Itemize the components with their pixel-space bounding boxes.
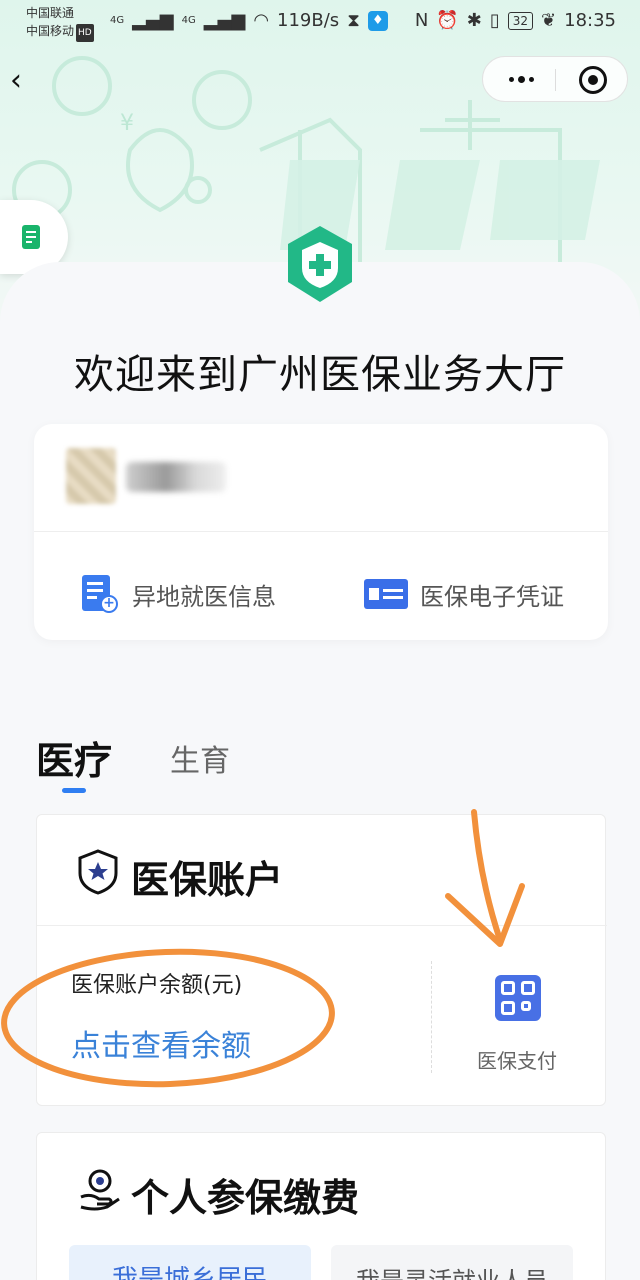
status-bar: 中国联通 中国移动 HD 4G ▂▄▆ 4G ▂▄▆ ◠ 119B/s ⧗ ♦ N… — [0, 0, 640, 44]
user-card-divider — [34, 531, 608, 532]
remote-medical-info-link[interactable]: + 异地就医信息 — [82, 574, 276, 614]
remote-medical-info-label: 异地就医信息 — [132, 582, 276, 611]
target-close-icon[interactable] — [579, 66, 607, 94]
avatar — [66, 448, 116, 504]
payment-card-title: 个人参保缴费 — [131, 1176, 360, 1220]
medical-shield-logo — [288, 226, 352, 302]
medical-e-voucher-link[interactable]: 医保电子凭证 — [364, 574, 564, 614]
signal-icon: ▂▄▆ — [203, 10, 246, 31]
bulb-icon: ♦ — [367, 10, 388, 31]
carrier-1: 中国联通 — [26, 6, 75, 20]
document-plus-icon: + — [82, 575, 118, 613]
mini-program-capsule — [482, 56, 628, 102]
medical-pay-label[interactable]: 医保支付 — [477, 1045, 557, 1074]
user-name — [126, 462, 226, 492]
clock: 18:35 — [564, 10, 616, 31]
capsule-divider — [555, 69, 556, 91]
shield-star-icon — [78, 849, 118, 895]
nfc-icon: N — [414, 10, 429, 31]
view-balance-link[interactable]: 点击查看余额 — [71, 1021, 251, 1065]
medical-account-card: 医保账户 医保账户余额(元) 点击查看余额 医保支付 — [36, 814, 607, 1106]
welcome-title: 欢迎来到广州医保业务大厅 — [74, 352, 566, 398]
hand-coin-icon — [80, 1169, 120, 1211]
hd-badge: HD — [76, 24, 94, 42]
id-card-icon — [364, 579, 408, 609]
network-type-2: 4G — [181, 15, 196, 26]
account-card-divider — [37, 925, 607, 926]
medical-e-voucher-label: 医保电子凭证 — [420, 582, 564, 611]
account-title: 医保账户 — [131, 858, 284, 902]
carrier-2: 中国移动 — [26, 24, 75, 38]
tab-active-indicator — [62, 788, 86, 793]
system-indicators: N ⏰ ✱ ▯ 32 ❦ 18:35 — [415, 10, 616, 31]
tab-maternity[interactable]: 生育 — [170, 736, 230, 780]
hourglass-icon: ⧗ — [347, 10, 360, 31]
network-indicators: 4G ▂▄▆ 4G ▂▄▆ ◠ 119B/s ⧗ ♦ — [110, 10, 388, 31]
more-dots-icon[interactable] — [501, 69, 541, 89]
urban-rural-resident-button[interactable]: 我是城乡居民 — [69, 1245, 311, 1280]
svg-text:¥: ¥ — [120, 111, 134, 136]
vibrate-icon: ▯ — [489, 10, 500, 31]
alarm-icon: ⏰ — [436, 10, 459, 31]
chevron-left-icon[interactable]: ‹ — [10, 66, 34, 98]
network-speed: 119B/s — [277, 10, 340, 31]
carrier-info: 中国联通 中国移动 HD — [26, 4, 94, 42]
flexible-employment-button[interactable]: 我是灵活就业人员 — [331, 1245, 573, 1280]
user-card: + 异地就医信息 医保电子凭证 — [34, 424, 608, 640]
personal-insurance-payment-card: 个人参保缴费 我是城乡居民 我是灵活就业人员 — [36, 1132, 606, 1280]
qr-code-icon[interactable] — [495, 975, 541, 1021]
network-type-1: 4G — [110, 15, 125, 26]
bluetooth-icon: ✱ — [466, 10, 482, 31]
signal-icon: ▂▄▆ — [132, 10, 174, 31]
tab-medical[interactable]: 医疗 — [36, 730, 112, 785]
balance-label: 医保账户余额(元) — [71, 973, 243, 998]
document-icon — [22, 225, 40, 249]
account-card-vertical-divider — [431, 961, 432, 1073]
battery-icon: 32 — [507, 11, 534, 30]
wifi-icon: ◠ — [253, 10, 270, 31]
leaf-icon: ❦ — [541, 10, 557, 31]
